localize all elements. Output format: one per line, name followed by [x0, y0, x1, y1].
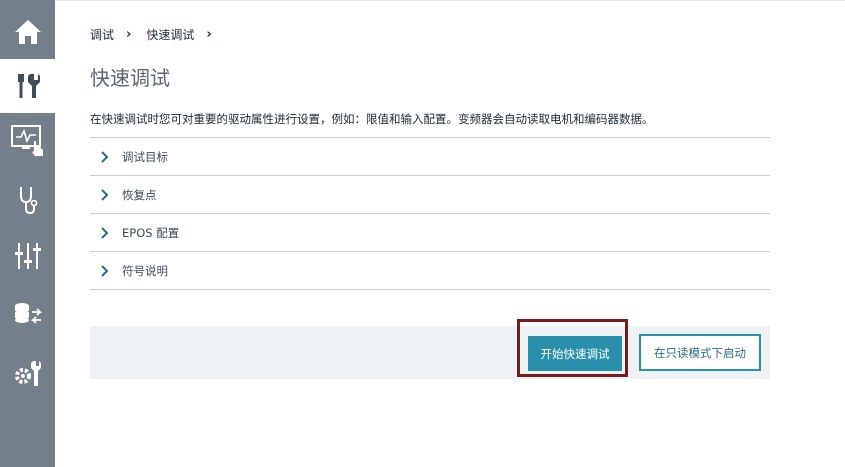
sliders-icon — [14, 243, 41, 269]
nav-monitor[interactable] — [0, 113, 55, 167]
sidebar — [0, 0, 55, 467]
tools-icon — [17, 74, 40, 98]
page-title: 快速调试 — [90, 66, 170, 90]
page-description: 在快速调试时您可对重要的驱动属性进行设置，例如：限值和输入配置。变频器会自动读取… — [90, 112, 654, 126]
nav-commissioning[interactable] — [0, 59, 55, 113]
start-quick-commissioning-button[interactable]: 开始快速调试 — [528, 336, 622, 371]
chevron-right-icon — [100, 226, 116, 239]
accordion: 调试目标 恢复点 EPOS 配置 符号说明 — [90, 137, 770, 290]
accordion-item-epos-config[interactable]: EPOS 配置 — [90, 214, 770, 252]
action-bar: 开始快速调试 在只读模式下启动 — [90, 319, 770, 379]
accordion-item-label: EPOS 配置 — [122, 225, 180, 240]
accordion-item-label: 恢复点 — [122, 187, 157, 202]
breadcrumb-separator-icon: › — [126, 27, 132, 42]
home-icon — [14, 20, 41, 44]
database-transfer-icon — [14, 303, 42, 324]
top-divider — [55, 0, 845, 1]
main-content: 调试 › 快速调试 › 快速调试 在快速调试时您可对重要的驱动属性进行设置，例如… — [55, 0, 845, 467]
accordion-item-restore-point[interactable]: 恢复点 — [90, 176, 770, 214]
breadcrumb-item-quick-commissioning[interactable]: 快速调试 — [146, 26, 194, 43]
stethoscope-icon — [19, 187, 37, 215]
nav-home[interactable] — [0, 5, 55, 59]
gear-wrench-icon — [14, 361, 41, 386]
accordion-item-label: 调试目标 — [122, 149, 168, 164]
monitor-touch-icon — [10, 125, 43, 156]
nav-diagnostics[interactable] — [0, 173, 55, 227]
breadcrumb: 调试 › 快速调试 › — [90, 26, 227, 43]
nav-system[interactable] — [0, 346, 55, 400]
accordion-item-label: 符号说明 — [122, 263, 168, 278]
nav-parameters[interactable] — [0, 229, 55, 283]
chevron-right-icon — [100, 150, 116, 163]
start-readonly-button[interactable]: 在只读模式下启动 — [639, 334, 761, 371]
chevron-right-icon — [100, 264, 116, 277]
breadcrumb-separator-icon: › — [206, 27, 212, 42]
breadcrumb-item-commissioning[interactable]: 调试 — [90, 26, 114, 43]
accordion-item-symbol-legend[interactable]: 符号说明 — [90, 252, 770, 290]
chevron-right-icon — [100, 188, 116, 201]
nav-backup[interactable] — [0, 288, 55, 342]
accordion-item-commissioning-target[interactable]: 调试目标 — [90, 138, 770, 176]
